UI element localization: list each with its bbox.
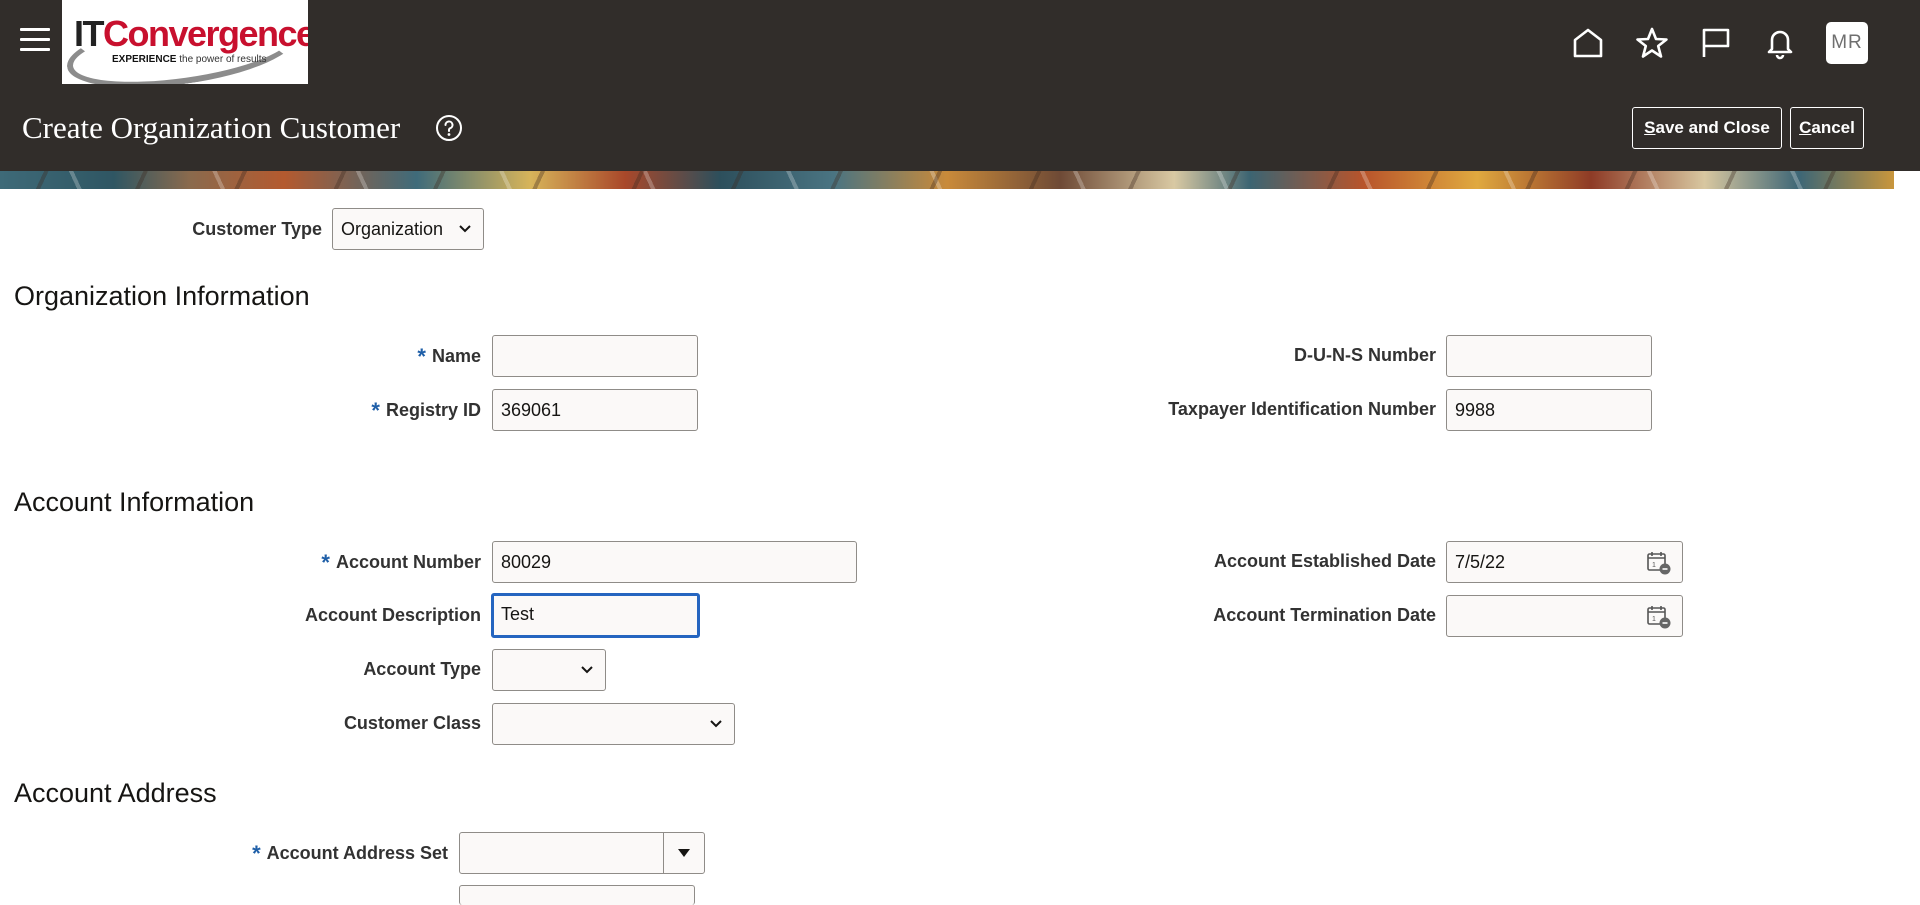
user-avatar[interactable]: MR bbox=[1826, 22, 1868, 64]
page-title: Create Organization Customer bbox=[22, 110, 401, 145]
logo-tagline: EXPERIENCE the power of results bbox=[112, 54, 267, 65]
section-organization-information: Organization Information bbox=[14, 281, 310, 311]
flag-icon[interactable] bbox=[1698, 25, 1734, 61]
duns-number-label: D-U-N-S Number bbox=[1294, 345, 1436, 365]
account-address-set-combobox[interactable] bbox=[459, 832, 705, 874]
name-input[interactable] bbox=[492, 335, 698, 377]
home-icon[interactable] bbox=[1570, 25, 1606, 61]
help-icon[interactable] bbox=[435, 114, 463, 142]
account-termination-date-input[interactable]: 1 bbox=[1446, 595, 1683, 637]
account-established-date-input[interactable]: 7/5/22 1 bbox=[1446, 541, 1683, 583]
account-type-label: Account Type bbox=[363, 659, 481, 679]
customer-class-label: Customer Class bbox=[343, 713, 481, 733]
account-number-input[interactable]: 80029 bbox=[492, 541, 857, 583]
customer-class-select[interactable] bbox=[492, 703, 735, 745]
required-marker: * bbox=[371, 398, 380, 423]
registry-id-label: * Registry ID bbox=[371, 398, 481, 423]
account-established-date-value: 7/5/22 bbox=[1455, 552, 1506, 572]
calendar-icon[interactable]: 1 bbox=[1646, 604, 1672, 630]
chevron-down-icon bbox=[581, 666, 593, 674]
page-scrollbar[interactable] bbox=[1894, 171, 1920, 892]
taxpayer-id-label: Taxpayer Identification Number bbox=[1168, 399, 1436, 419]
save-and-close-button[interactable]: Save and Close bbox=[1632, 107, 1782, 149]
account-established-date-label: Account Established Date bbox=[1213, 551, 1436, 571]
required-marker: * bbox=[252, 841, 261, 866]
account-number-label: * Account Number bbox=[321, 550, 481, 575]
account-address-set-dropdown-button[interactable] bbox=[663, 833, 704, 873]
account-description-label: Account Description bbox=[304, 605, 481, 625]
bell-icon[interactable] bbox=[1762, 25, 1798, 61]
taxpayer-id-input[interactable]: 9988 bbox=[1446, 389, 1652, 431]
logo-brand: ITConvergence bbox=[74, 13, 308, 54]
duns-number-input[interactable] bbox=[1446, 335, 1652, 377]
required-marker: * bbox=[417, 344, 426, 369]
svg-text:1: 1 bbox=[1652, 562, 1656, 569]
chevron-down-icon bbox=[459, 225, 471, 233]
customer-type-select[interactable]: Organization bbox=[332, 208, 484, 250]
account-type-select[interactable] bbox=[492, 649, 606, 691]
account-termination-date-label: Account Termination Date bbox=[1213, 605, 1436, 625]
customer-type-label: Customer Type bbox=[192, 219, 322, 239]
decorative-banner bbox=[0, 171, 1894, 189]
required-marker: * bbox=[321, 550, 330, 575]
calendar-icon[interactable]: 1 bbox=[1646, 550, 1672, 576]
name-label: * Name bbox=[417, 344, 481, 369]
cancel-button[interactable]: Cancel bbox=[1790, 107, 1864, 149]
customer-type-value: Organization bbox=[341, 219, 444, 239]
svg-text:1: 1 bbox=[1652, 616, 1656, 623]
global-nav-icons: MR bbox=[1542, 22, 1868, 64]
global-header: ITConvergence EXPERIENCE the power of re… bbox=[0, 0, 1920, 171]
star-icon[interactable] bbox=[1634, 25, 1670, 61]
section-account-information: Account Information bbox=[14, 487, 255, 517]
chevron-down-icon bbox=[710, 720, 722, 728]
next-field-input[interactable] bbox=[459, 885, 695, 905]
caret-down-icon bbox=[678, 849, 690, 857]
registry-id-input[interactable]: 369061 bbox=[492, 389, 698, 431]
hamburger-menu-icon[interactable] bbox=[20, 28, 50, 54]
account-address-set-label: * Account Address Set bbox=[252, 841, 448, 866]
company-logo[interactable]: ITConvergence EXPERIENCE the power of re… bbox=[62, 0, 308, 84]
section-account-address: Account Address bbox=[14, 778, 217, 808]
account-description-input[interactable]: Test bbox=[491, 593, 700, 638]
